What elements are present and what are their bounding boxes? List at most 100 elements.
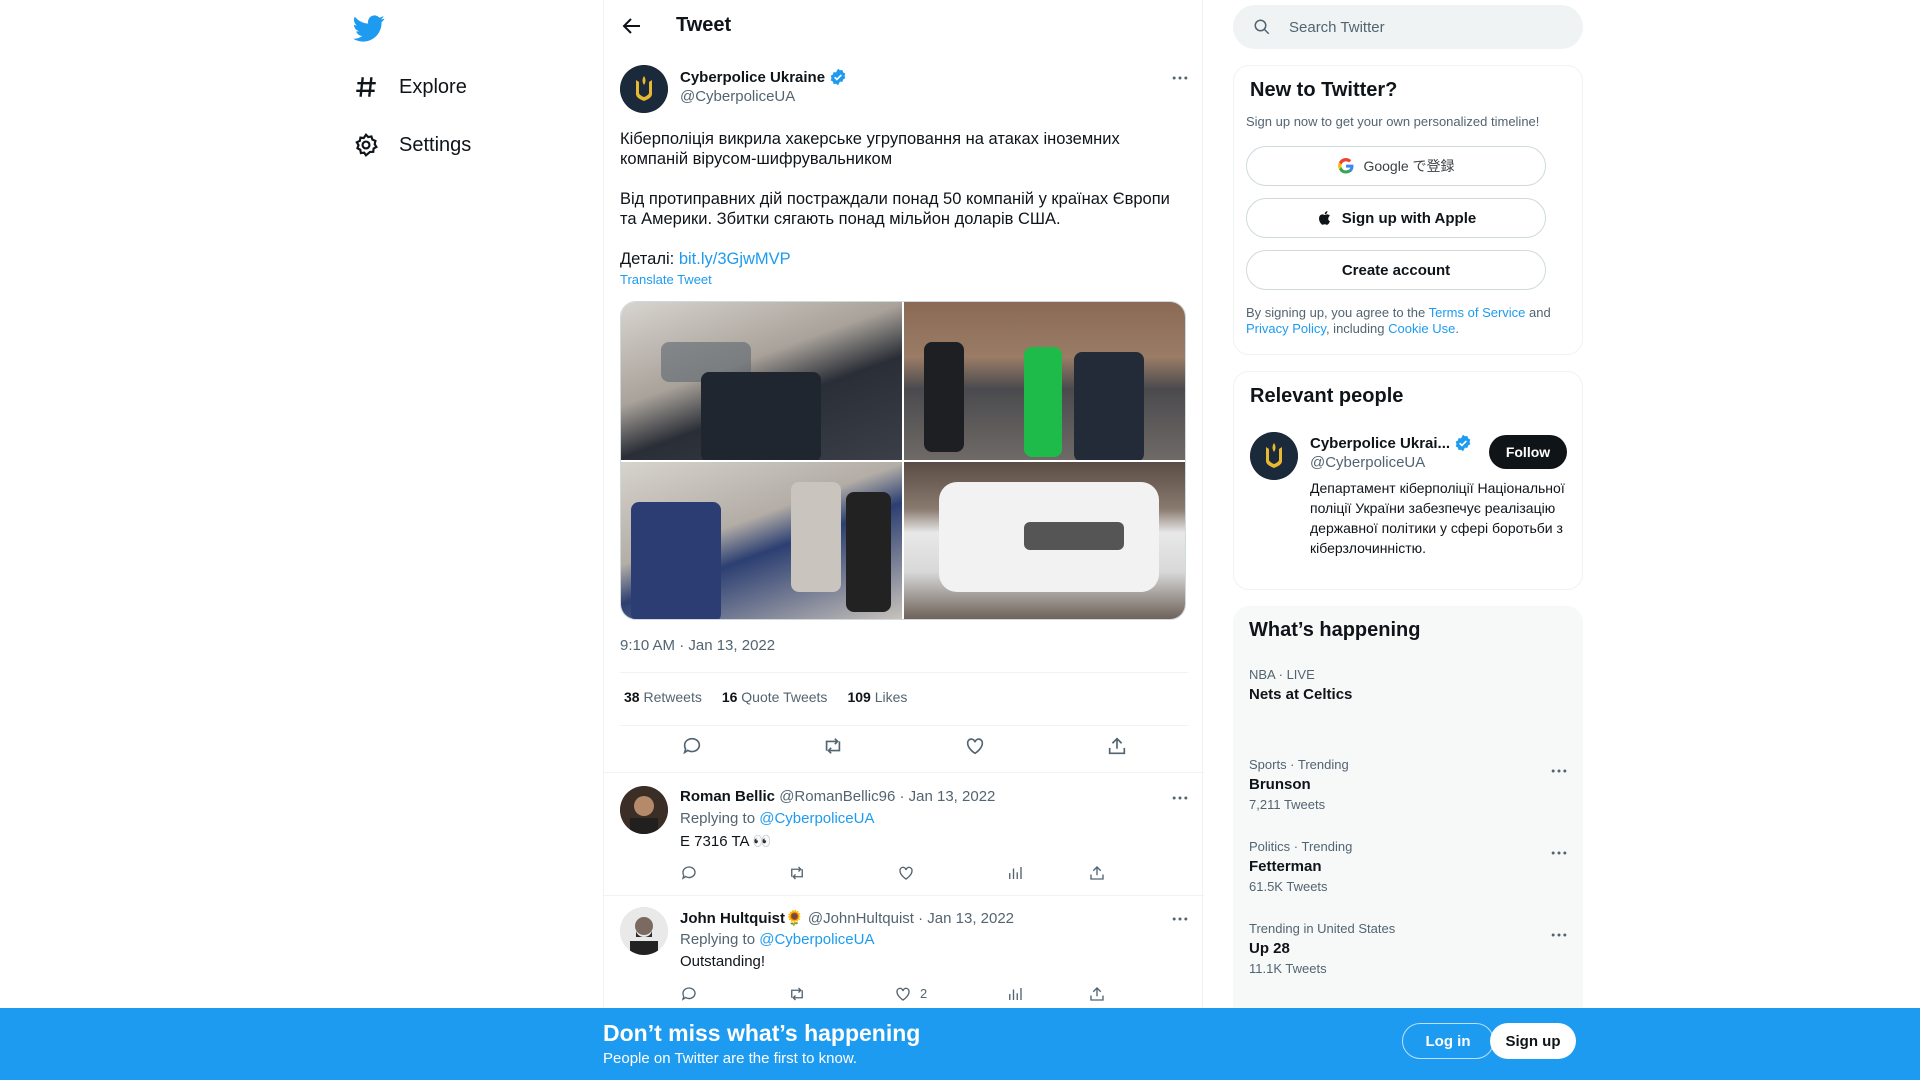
cookie-link[interactable]: Cookie Use — [1388, 321, 1455, 336]
relevant-avatar[interactable] — [1250, 432, 1298, 480]
create-account-button[interactable]: Create account — [1246, 250, 1546, 290]
trend-item[interactable]: Trending in United States Up 28 11.1K Tw… — [1249, 921, 1569, 976]
trend-meta: Sports · Trending — [1249, 757, 1349, 772]
terms-link[interactable]: Terms of Service — [1429, 305, 1526, 320]
relevant-name-text: Cyberpolice Ukrai... — [1310, 434, 1451, 452]
reply-tweet[interactable]: Roman Bellic @RomanBellic96 · Jan 13, 20… — [604, 772, 1204, 895]
reply-author-name[interactable]: John Hultquist🌻 — [680, 910, 804, 927]
tweet-text-paragraph-1: Кіберполіція викрила хакерське угрупован… — [620, 130, 1120, 168]
follow-button[interactable]: Follow — [1489, 435, 1567, 469]
like-icon[interactable] — [894, 985, 912, 1003]
like-icon[interactable] — [897, 864, 915, 882]
verified-icon — [1455, 434, 1471, 452]
nav-explore[interactable]: Explore — [353, 62, 467, 112]
twitter-logo-icon[interactable] — [353, 12, 385, 44]
replying-to: Replying to @CyberpoliceUA — [680, 810, 875, 827]
signup-banner: Don’t miss what’s happening People on Tw… — [0, 1008, 1920, 1080]
author-name-text: Cyberpolice Ukraine — [680, 68, 826, 86]
analytics-icon[interactable] — [1006, 985, 1024, 1003]
retweets-stat[interactable]: 38 Retweets — [624, 689, 702, 705]
trend-name: Nets at Celtics — [1249, 686, 1353, 703]
privacy-link[interactable]: Privacy Policy — [1246, 321, 1326, 336]
author-name[interactable]: Cyberpolice Ukraine — [680, 68, 847, 86]
google-signup-label: Google で登録 — [1363, 158, 1455, 174]
reply-avatar[interactable] — [620, 907, 668, 955]
reply-icon[interactable] — [680, 864, 698, 882]
legal-text: . — [1455, 321, 1459, 336]
more-icon[interactable] — [1549, 925, 1569, 945]
trend-item[interactable]: NBA · LIVE Nets at Celtics — [1249, 667, 1569, 703]
more-icon[interactable] — [1170, 909, 1190, 929]
trend-count: 7,211 Tweets — [1249, 797, 1326, 812]
relevant-handle[interactable]: @CyberpoliceUA — [1310, 454, 1425, 471]
retweet-icon[interactable] — [788, 985, 806, 1003]
signup-card-subtitle: Sign up now to get your own personalized… — [1246, 114, 1540, 129]
reply-icon[interactable] — [680, 985, 698, 1003]
replying-to-handle[interactable]: @CyberpoliceUA — [759, 931, 874, 948]
trend-name: Up 28 — [1249, 940, 1290, 957]
whats-happening-card: What’s happening NBA · LIVE Nets at Celt… — [1233, 606, 1583, 1026]
more-icon[interactable] — [1170, 68, 1190, 88]
share-icon[interactable] — [1106, 735, 1128, 757]
media-photo[interactable] — [904, 461, 1185, 619]
nav-explore-label: Explore — [399, 75, 467, 98]
apple-icon — [1318, 211, 1330, 225]
apple-signup-button[interactable]: Sign up with Apple — [1246, 198, 1546, 238]
quotes-stat[interactable]: 16 Quote Tweets — [722, 689, 828, 705]
more-icon[interactable] — [1170, 788, 1190, 808]
translate-tweet-link[interactable]: Translate Tweet — [620, 272, 712, 287]
replying-to-handle[interactable]: @CyberpoliceUA — [759, 810, 874, 827]
banner-subtitle: People on Twitter are the first to know. — [603, 1050, 858, 1067]
analytics-icon[interactable] — [1006, 864, 1024, 882]
likes-count: 109 — [847, 689, 871, 705]
create-account-label: Create account — [1341, 261, 1451, 279]
retweet-icon[interactable] — [822, 735, 844, 757]
author-avatar[interactable] — [620, 65, 668, 113]
share-icon[interactable] — [1088, 985, 1106, 1003]
like-icon[interactable] — [964, 735, 986, 757]
likes-stat[interactable]: 109 Likes — [847, 689, 907, 705]
back-arrow-icon[interactable] — [620, 14, 644, 38]
tweet-timestamp[interactable]: 9:10 AM · Jan 13, 2022 — [620, 637, 775, 654]
retweet-icon[interactable] — [788, 864, 806, 882]
signup-legal-text: By signing up, you agree to the Terms of… — [1246, 305, 1566, 337]
trend-item[interactable]: Politics · Trending Fetterman 61.5K Twee… — [1249, 839, 1569, 894]
search-bar[interactable] — [1233, 5, 1583, 49]
more-icon[interactable] — [1549, 843, 1569, 863]
signup-button[interactable]: Sign up — [1490, 1023, 1576, 1059]
trend-meta: Trending in United States — [1249, 921, 1396, 936]
quotes-count: 16 — [721, 689, 738, 705]
search-input[interactable] — [1289, 5, 1569, 49]
tweet-details: Деталі: bit.ly/3GjwMVP — [620, 249, 1190, 269]
apple-signup-label: Sign up with Apple — [1341, 209, 1477, 227]
reply-text: E 7316 TA 👀 — [680, 833, 772, 850]
media-photo[interactable] — [621, 461, 902, 619]
search-icon — [1254, 19, 1270, 35]
reply-tweet[interactable]: John Hultquist🌻 @JohnHultquist · Jan 13,… — [604, 895, 1204, 1010]
login-button[interactable]: Log in — [1402, 1023, 1494, 1059]
relevant-name[interactable]: Cyberpolice Ukrai... — [1310, 434, 1472, 452]
reply-handle-date[interactable]: @RomanBellic96 · Jan 13, 2022 — [779, 788, 995, 805]
reply-icon[interactable] — [681, 735, 703, 757]
replying-to-label: Replying to — [680, 931, 756, 948]
more-icon[interactable] — [1549, 761, 1569, 781]
reply-handle-date[interactable]: @JohnHultquist · Jan 13, 2022 — [808, 910, 1014, 927]
relevant-people-card: Relevant people Cyberpolice Ukrai... @Cy… — [1233, 371, 1583, 590]
nav-settings-label: Settings — [399, 133, 472, 156]
author-handle[interactable]: @CyberpoliceUA — [680, 88, 795, 105]
nav-settings[interactable]: Settings — [353, 120, 471, 170]
reply-avatar[interactable] — [620, 786, 668, 834]
reply-author-name[interactable]: Roman Bellic — [680, 788, 775, 805]
legal-text: and — [1525, 305, 1551, 320]
media-photo[interactable] — [621, 302, 902, 460]
google-signup-button[interactable]: Google で登録 — [1246, 146, 1546, 186]
media-photo[interactable] — [904, 302, 1185, 460]
relevant-people-title: Relevant people — [1250, 385, 1404, 407]
tweet-text-paragraph-2: Від протиправних дій постраждали понад 5… — [620, 190, 1170, 228]
main-column: Tweet Cyberpolice Ukraine @CyberpoliceUA… — [603, 0, 1204, 1080]
trend-item[interactable]: Sports · Trending Brunson 7,211 Tweets — [1249, 757, 1569, 812]
quotes-label: Quote Tweets — [741, 689, 828, 705]
signup-card-title: New to Twitter? — [1250, 79, 1398, 101]
details-link[interactable]: bit.ly/3GjwMVP — [679, 250, 791, 268]
share-icon[interactable] — [1088, 864, 1106, 882]
